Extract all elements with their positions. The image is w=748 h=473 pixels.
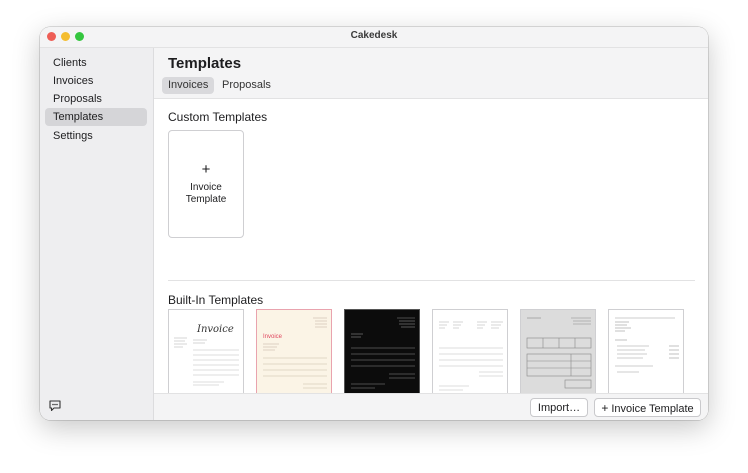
template-preview-image bbox=[615, 317, 679, 373]
template-preview-image bbox=[439, 321, 503, 391]
template-preview-image bbox=[351, 317, 415, 389]
title-bar[interactable]: Cakedesk bbox=[40, 27, 708, 48]
template-preview-image: Invoice bbox=[263, 317, 327, 397]
section-divider bbox=[168, 280, 695, 281]
sidebar-item-clients[interactable]: Clients bbox=[45, 54, 147, 72]
app-window: Cakedesk Clients Invoices Proposals Temp… bbox=[40, 27, 708, 420]
add-card-label-line2: Template bbox=[185, 194, 227, 205]
chat-bubble-icon[interactable] bbox=[49, 400, 61, 411]
content-header: Templates Invoices Proposals bbox=[154, 48, 708, 99]
builtin-template-thumbnail[interactable] bbox=[344, 309, 420, 406]
template-heading: Invoice bbox=[263, 334, 283, 340]
template-heading: Invoice bbox=[196, 324, 234, 335]
sidebar-item-settings[interactable]: Settings bbox=[45, 127, 147, 145]
footer-bar: Import… + Invoice Template bbox=[154, 393, 708, 420]
add-card-label-line1: Invoice bbox=[190, 182, 222, 193]
builtin-template-thumbnail[interactable] bbox=[608, 309, 684, 406]
sidebar-item-proposals[interactable]: Proposals bbox=[45, 90, 147, 108]
builtin-templates-heading: Built-In Templates bbox=[168, 293, 264, 307]
builtin-template-thumbnail[interactable]: Invoice bbox=[168, 309, 244, 406]
plus-icon: + bbox=[201, 161, 211, 178]
new-invoice-template-button[interactable]: + Invoice Template bbox=[594, 398, 701, 417]
import-button[interactable]: Import… bbox=[530, 398, 588, 417]
tab-invoices[interactable]: Invoices bbox=[162, 77, 215, 94]
builtin-template-thumbnail[interactable] bbox=[432, 309, 508, 406]
new-invoice-template-label: Invoice Template bbox=[611, 403, 694, 415]
template-preview-image: Invoice bbox=[174, 324, 239, 386]
sidebar-item-templates[interactable]: Templates bbox=[45, 108, 147, 126]
tab-proposals[interactable]: Proposals bbox=[216, 77, 277, 94]
plus-icon: + bbox=[601, 401, 609, 415]
custom-templates-heading: Custom Templates bbox=[168, 110, 268, 124]
sidebar: Clients Invoices Proposals Templates Set… bbox=[40, 48, 154, 420]
window-title: Cakedesk bbox=[350, 30, 398, 41]
add-invoice-template-card[interactable]: + Invoice Template bbox=[168, 130, 244, 238]
sidebar-item-invoices[interactable]: Invoices bbox=[45, 72, 147, 90]
builtin-template-thumbnail[interactable] bbox=[520, 309, 596, 406]
builtin-template-thumbnail[interactable]: Invoice bbox=[256, 309, 332, 406]
template-preview-image bbox=[526, 317, 592, 399]
page-title: Templates bbox=[168, 55, 242, 72]
add-card-label: Invoice Template bbox=[169, 182, 243, 206]
main-content: Templates Invoices Proposals Custom Temp… bbox=[154, 48, 708, 420]
